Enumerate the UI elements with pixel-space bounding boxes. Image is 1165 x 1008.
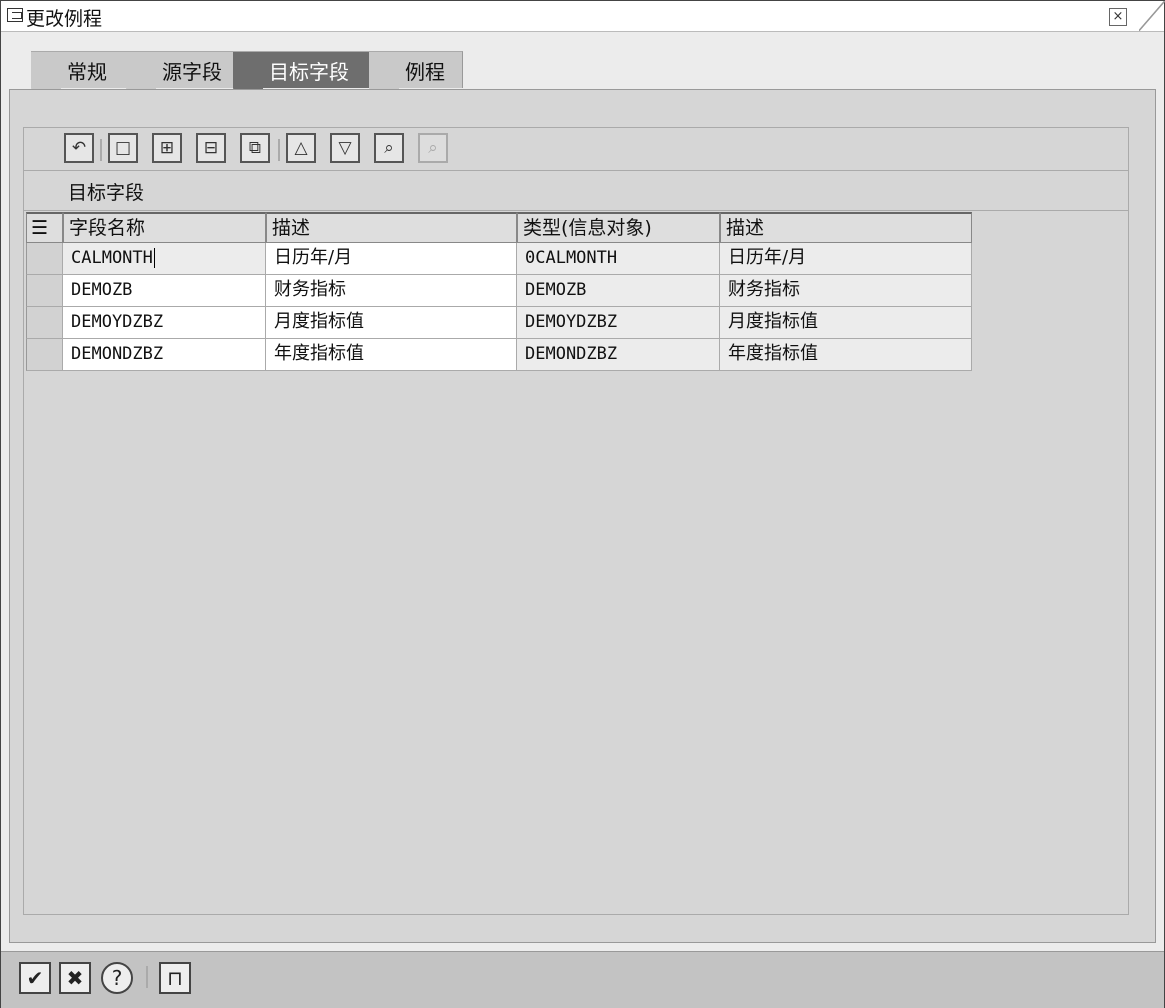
toolbar-separator (146, 966, 148, 988)
hierarchy-icon[interactable]: ⊓ (159, 962, 191, 994)
column-header[interactable]: 描述 (266, 212, 517, 243)
table-cell[interactable]: 年度指标值 (720, 339, 972, 371)
grid-settings-icon[interactable]: ☰ (26, 212, 63, 243)
insert-row-icon[interactable]: ⊞ (152, 133, 182, 163)
confirm-glyph: ✔ (26, 966, 44, 990)
delete-row-icon[interactable]: ⊟ (196, 133, 226, 163)
grid-container: ↶ □ ⊞ ⊟ ⧉ △ ▽ ⌕ ⌕ 目标字段 ☰ 字段名称 描述 类型(信息对象… (23, 127, 1129, 915)
filter-icon[interactable]: ▽ (330, 133, 360, 163)
tab-content-panel: ↶ □ ⊞ ⊟ ⧉ △ ▽ ⌕ ⌕ 目标字段 ☰ 字段名称 描述 类型(信息对象… (9, 89, 1156, 943)
table-cell[interactable]: DEMONDZBZ (63, 339, 266, 371)
hierarchy-glyph: ⊓ (167, 966, 183, 990)
column-header[interactable]: 类型(信息对象) (517, 212, 720, 243)
find-icon[interactable]: ⌕ (374, 133, 404, 163)
table-cell[interactable]: 月度指标值 (266, 307, 517, 339)
divider (24, 210, 1128, 211)
table-cell[interactable]: 0CALMONTH (517, 243, 720, 275)
table-cell[interactable]: DEMOYDZBZ (517, 307, 720, 339)
dialog-window: 更改例程 × 常规 源字段 目标字段 例程 ↶ □ ⊞ ⊟ ⧉ △ ▽ ⌕ ⌕ (0, 0, 1165, 1008)
tab-label: 源字段 (162, 60, 222, 84)
confirm-check-icon[interactable]: ✔ (19, 962, 51, 994)
tab-strip: 常规 源字段 目标字段 例程 (1, 51, 1164, 91)
table-cell[interactable]: 财务指标 (720, 275, 972, 307)
help-icon[interactable]: ? (101, 962, 133, 994)
copy-icon[interactable]: ⧉ (240, 133, 270, 163)
cancel-x-icon[interactable]: ✖ (59, 962, 91, 994)
sort-ascending-glyph: △ (294, 138, 308, 158)
title-bar: 更改例程 × (1, 1, 1165, 32)
delete-row-glyph: ⊟ (203, 138, 219, 158)
undo-glyph: ↶ (71, 138, 87, 158)
toolbar-separator (100, 139, 102, 161)
find-next-glyph: ⌕ (428, 138, 438, 158)
row-selector[interactable] (26, 275, 63, 307)
table-cell[interactable]: 日历年/月 (266, 243, 517, 275)
undo-icon[interactable]: ↶ (64, 133, 94, 163)
cancel-glyph: ✖ (66, 966, 84, 990)
tab-target-fields[interactable]: 目标字段 (233, 51, 373, 89)
table-cell[interactable]: DEMOZB (63, 275, 266, 307)
sort-ascending-icon[interactable]: △ (286, 133, 316, 163)
field-name: CALMONTH (71, 248, 153, 268)
window-icon (7, 8, 23, 22)
table-cell[interactable]: DEMOYDZBZ (63, 307, 266, 339)
table-cell[interactable]: DEMONDZBZ (517, 339, 720, 371)
filter-glyph: ▽ (338, 138, 352, 158)
grid-title: 目标字段 (68, 182, 145, 204)
column-header[interactable]: 描述 (720, 212, 972, 243)
window-title: 更改例程 (26, 8, 103, 30)
table-cell[interactable]: 财务指标 (266, 275, 517, 307)
new-document-glyph: □ (114, 138, 132, 158)
tab-label: 例程 (405, 60, 445, 84)
grid-toolbar: ↶ □ ⊞ ⊟ ⧉ △ ▽ ⌕ ⌕ (64, 131, 664, 167)
table-cell[interactable]: 年度指标值 (266, 339, 517, 371)
row-selector[interactable] (26, 243, 63, 275)
table-cell[interactable]: 月度指标值 (720, 307, 972, 339)
tab-routine[interactable]: 例程 (369, 51, 463, 89)
insert-row-glyph: ⊞ (159, 138, 175, 158)
table-cell[interactable]: DEMOZB (517, 275, 720, 307)
tab-source-fields[interactable]: 源字段 (126, 51, 244, 89)
find-glyph: ⌕ (384, 138, 394, 158)
tab-label: 目标字段 (269, 60, 349, 84)
find-next-icon: ⌕ (418, 133, 448, 163)
footer-toolbar: ✔ ✖ ? ⊓ (1, 951, 1164, 1008)
title-corner (1139, 1, 1165, 31)
divider (24, 170, 1128, 171)
tab-general[interactable]: 常规 (31, 51, 133, 89)
help-glyph: ? (111, 966, 123, 990)
row-selector[interactable] (26, 339, 63, 371)
toolbar-separator (278, 139, 280, 161)
row-selector[interactable] (26, 307, 63, 339)
text-caret (153, 248, 155, 268)
new-document-icon[interactable]: □ (108, 133, 138, 163)
tab-label: 常规 (67, 60, 107, 84)
copy-glyph: ⧉ (248, 138, 262, 158)
table-cell[interactable]: CALMONTH (63, 243, 266, 275)
column-header[interactable]: 字段名称 (63, 212, 266, 243)
table-cell[interactable]: 日历年/月 (720, 243, 972, 275)
close-icon[interactable]: × (1109, 8, 1127, 26)
